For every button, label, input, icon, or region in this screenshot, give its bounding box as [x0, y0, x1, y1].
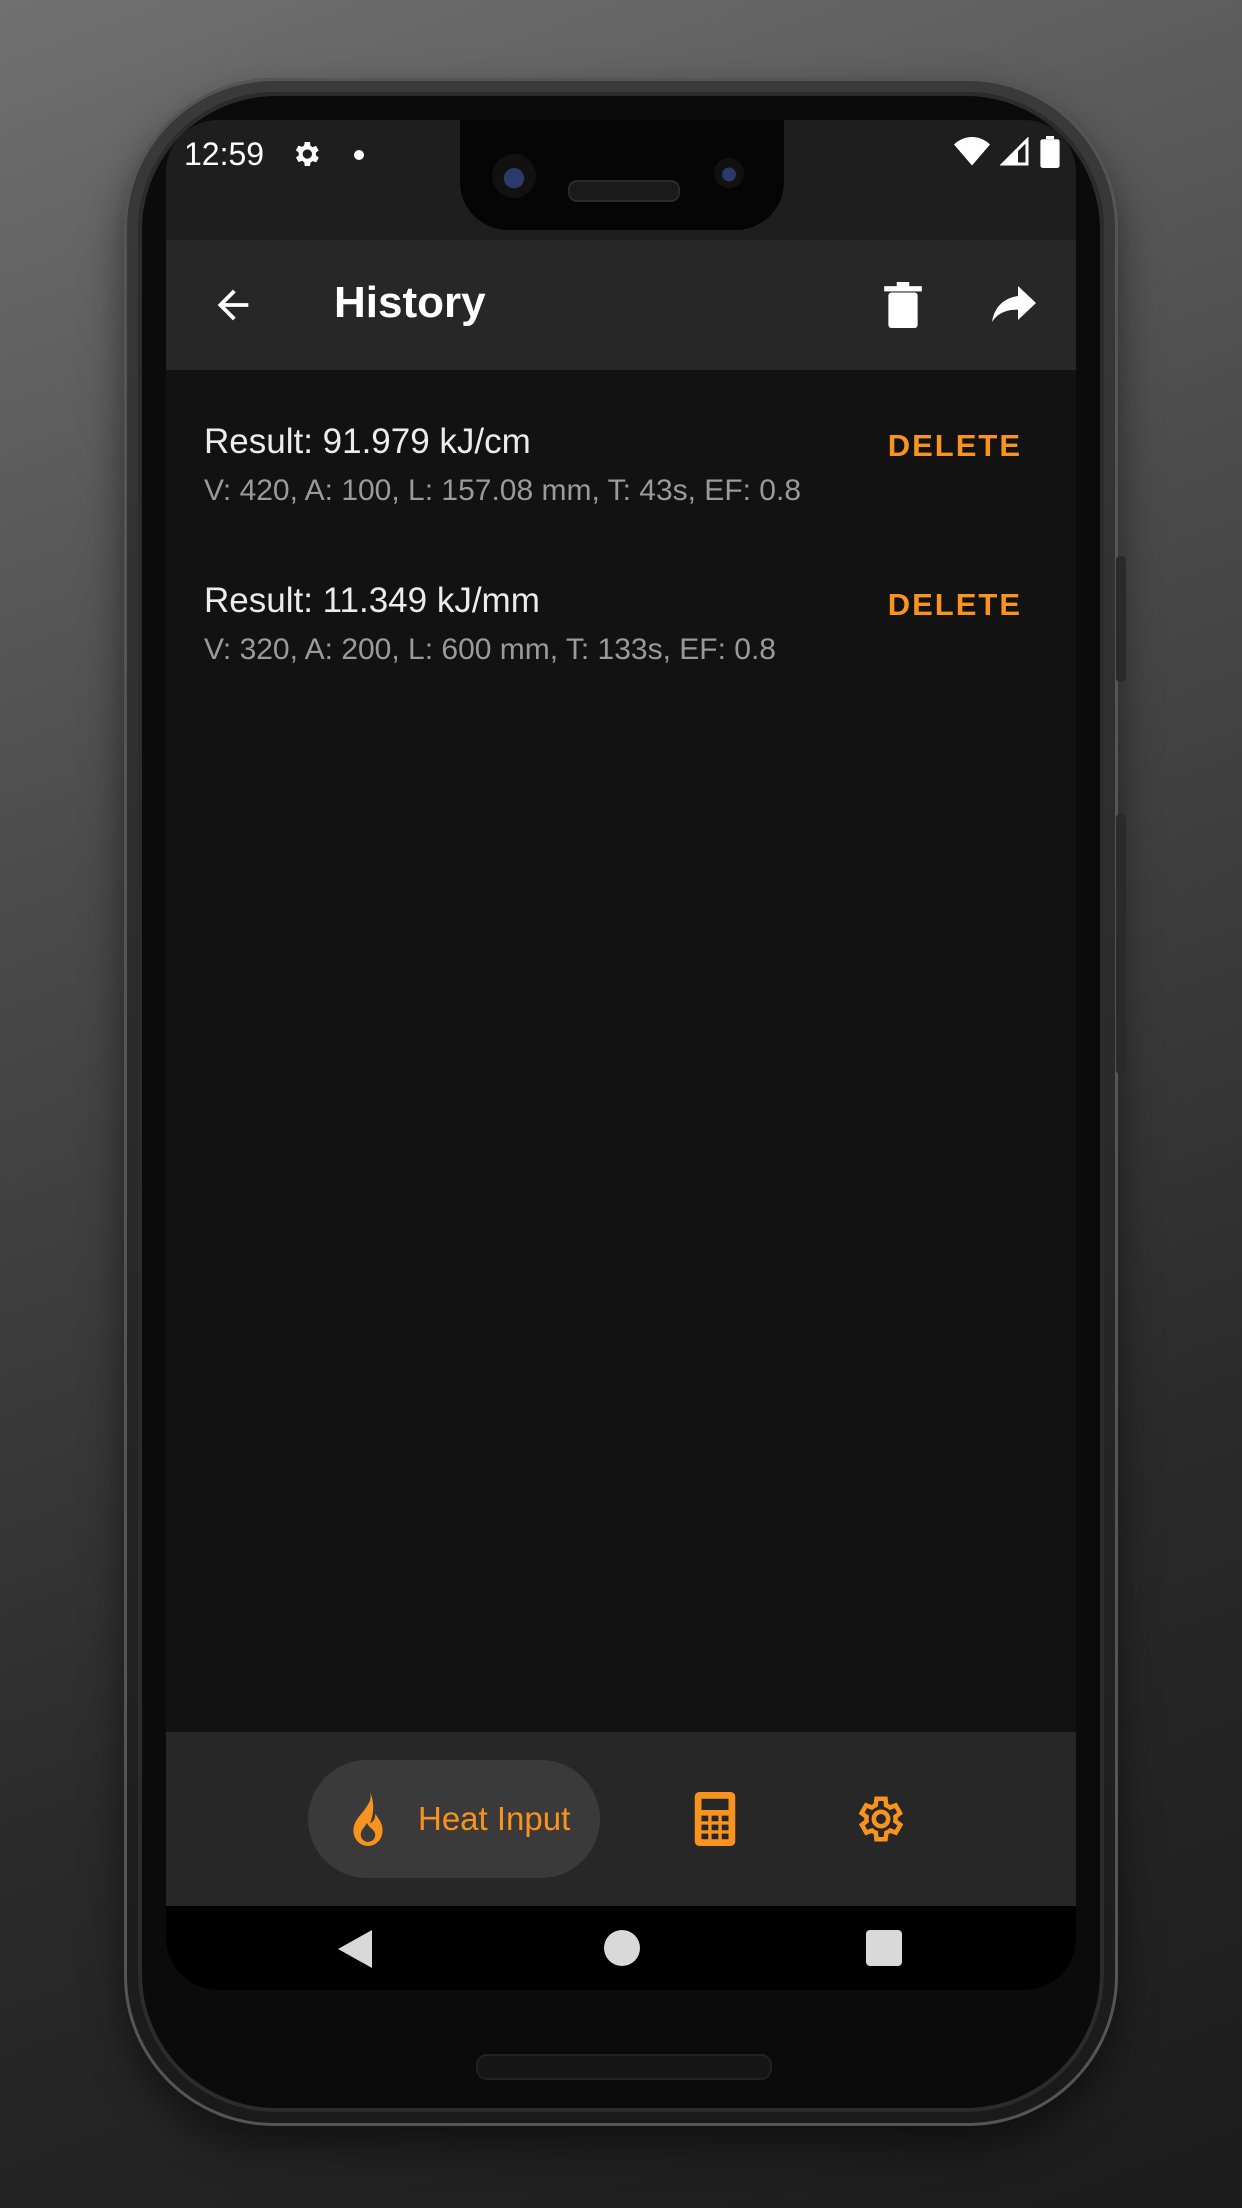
nav-label-heat-input: Heat Input: [418, 1800, 571, 1837]
app-screen: 12:59 History Result: 91.979 kJ/cm V: 42…: [166, 120, 1076, 1990]
fire-icon: [353, 1792, 383, 1846]
history-list: Result: 91.979 kJ/cm V: 420, A: 100, L: …: [166, 370, 1076, 688]
history-result: Result: 11.349 kJ/mm: [204, 581, 540, 620]
volume-button: [1116, 814, 1126, 1074]
phone-chin-speaker: [476, 2054, 772, 2080]
status-bar: 12:59: [166, 120, 1076, 240]
gear-icon[interactable]: [854, 1792, 908, 1846]
notification-dot-icon: [354, 150, 364, 160]
system-back-icon[interactable]: [338, 1930, 372, 1968]
power-button: [1116, 556, 1126, 682]
front-camera-icon: [492, 154, 536, 198]
history-item: Result: 11.349 kJ/mm V: 320, A: 200, L: …: [166, 529, 1076, 688]
history-result: Result: 91.979 kJ/cm: [204, 422, 531, 461]
system-recents-icon[interactable]: [866, 1930, 902, 1966]
system-navigation-bar: [166, 1906, 1076, 1990]
status-icons: [954, 136, 1060, 168]
cellular-signal-icon: [1000, 137, 1029, 166]
settings-status-icon: [295, 142, 319, 166]
camera-notch: [460, 120, 784, 230]
app-toolbar: History: [166, 240, 1076, 370]
nav-item-heat-input[interactable]: Heat Input: [308, 1760, 600, 1878]
wifi-icon: [954, 137, 990, 166]
sensor-icon: [714, 158, 744, 188]
status-time: 12:59: [184, 136, 265, 172]
battery-icon: [1040, 136, 1060, 168]
history-details: V: 420, A: 100, L: 157.08 mm, T: 43s, EF…: [204, 474, 802, 507]
delete-button[interactable]: DELETE: [888, 428, 1022, 464]
system-home-icon[interactable]: [604, 1930, 640, 1966]
delete-button[interactable]: DELETE: [888, 587, 1022, 623]
calculator-icon[interactable]: [694, 1792, 736, 1846]
history-details: V: 320, A: 200, L: 600 mm, T: 133s, EF: …: [204, 633, 776, 666]
back-arrow-icon[interactable]: [210, 282, 256, 328]
page-title: History: [334, 278, 486, 327]
earpiece-speaker: [568, 180, 680, 202]
bottom-navigation: Heat Input: [166, 1732, 1076, 1906]
delete-all-icon[interactable]: [882, 282, 924, 328]
share-icon[interactable]: [990, 284, 1038, 324]
history-item: Result: 91.979 kJ/cm V: 420, A: 100, L: …: [166, 370, 1076, 529]
